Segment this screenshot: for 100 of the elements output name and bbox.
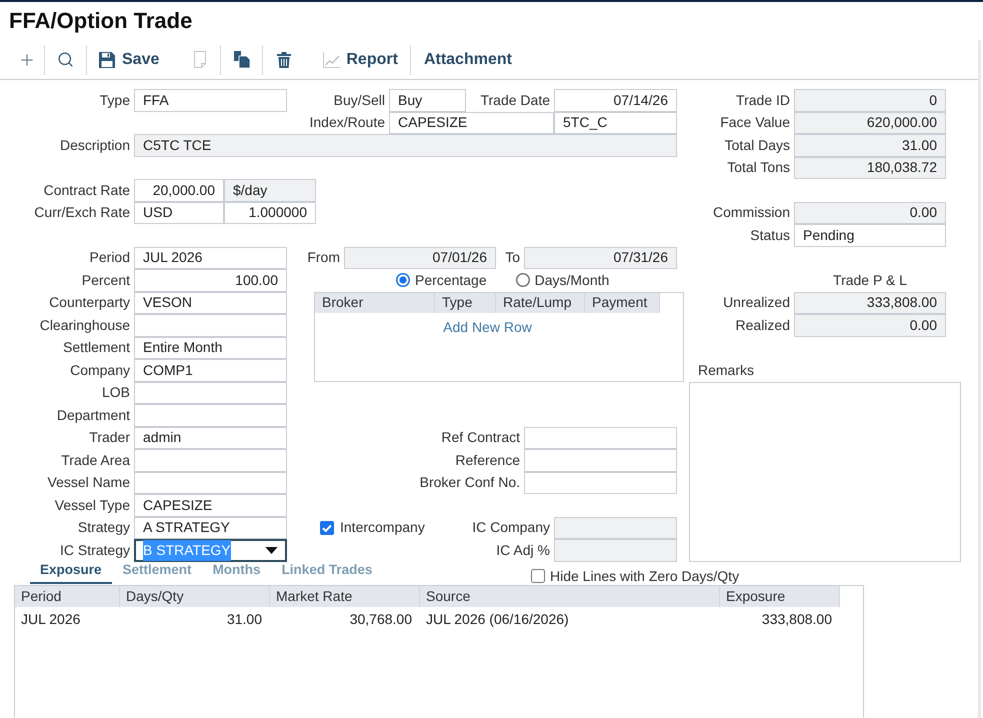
field-label: Status: [750, 226, 790, 245]
input-field[interactable]: [134, 404, 287, 426]
currency-field[interactable]: USD: [134, 202, 224, 224]
field-label: IC Company: [472, 518, 550, 538]
input-field[interactable]: 100.00: [134, 269, 287, 292]
field-label: Vessel Name: [48, 473, 130, 492]
input-field[interactable]: Pending: [794, 224, 946, 246]
radio-button[interactable]: [516, 273, 530, 288]
input-field[interactable]: admin: [134, 426, 287, 449]
field-label: Commission: [712, 203, 790, 222]
input-field[interactable]: CAPESIZE: [134, 494, 287, 516]
checkbox-label: Intercompany: [340, 518, 425, 538]
field-label: Settlement: [63, 338, 130, 358]
field-label: IC Adj %: [496, 540, 550, 560]
trade-date-field[interactable]: 07/14/26: [554, 89, 677, 112]
field-label: LOB: [102, 383, 130, 402]
input-field[interactable]: [554, 516, 677, 539]
table-cell-text: 30,768.00: [350, 610, 412, 629]
input-field[interactable]: 333,808.00: [794, 292, 946, 314]
field-label: Total Days: [724, 136, 790, 155]
column-header: Broker: [315, 292, 435, 312]
column-header: Source: [420, 586, 720, 606]
field-label: Contract Rate: [44, 180, 130, 200]
input-field[interactable]: 0.00: [794, 202, 946, 224]
column-header: Market Rate: [270, 586, 420, 606]
field-label: Clearinghouse: [40, 316, 130, 335]
contract-rate-field[interactable]: 20,000.00: [134, 179, 224, 202]
checkbox[interactable]: [320, 520, 334, 535]
add-row-link[interactable]: Add New Row: [443, 316, 532, 336]
table-cell-text: JUL 2026 (06/16/2026): [426, 610, 569, 629]
attachment-button[interactable]: Attachment: [410, 44, 520, 74]
documents-icon: [234, 51, 250, 68]
search-icon: [57, 51, 74, 68]
field-label: Reference: [455, 450, 520, 470]
input-field[interactable]: [524, 426, 677, 449]
input-field[interactable]: [134, 472, 287, 494]
description-field[interactable]: C5TC TCE: [134, 134, 677, 156]
period-field[interactable]: JUL 2026: [134, 246, 287, 269]
field-label: Index/Route: [310, 113, 385, 132]
column-header: Days/Qty: [120, 586, 270, 606]
field-label: Percent: [82, 270, 130, 290]
report-button[interactable]: Report: [304, 44, 410, 74]
radio-button[interactable]: [396, 273, 410, 288]
column-header: Type: [435, 292, 496, 312]
remarks-field[interactable]: [689, 382, 961, 562]
document-icon: [194, 51, 206, 68]
table-cell-text: 333,808.00: [762, 610, 832, 629]
section-title: Trade P & L: [833, 270, 907, 290]
buy-sell-field[interactable]: Buy: [389, 89, 466, 112]
checkbox[interactable]: [531, 568, 545, 582]
column-header: Payment: [585, 292, 660, 312]
input-field[interactable]: COMP1: [134, 359, 287, 382]
to-date-field[interactable]: 07/31/26: [524, 246, 677, 269]
field-label: Company: [70, 360, 130, 380]
input-field[interactable]: [134, 449, 287, 472]
field-label: Trade ID: [736, 90, 790, 110]
field-label: Description: [60, 136, 130, 155]
table-cell-text: 31.00: [226, 610, 262, 629]
input-field[interactable]: [524, 472, 677, 494]
input-field[interactable]: 620,000.00: [794, 112, 946, 134]
input-field[interactable]: 180,038.72: [794, 156, 946, 179]
field-label: Trader: [89, 428, 130, 448]
field-label: Period: [90, 248, 130, 268]
radio-label: Percentage: [415, 270, 487, 290]
tab[interactable]: Exposure: [30, 562, 112, 584]
field-label: Broker Conf No.: [420, 473, 520, 492]
input-field[interactable]: A STRATEGY: [134, 516, 287, 539]
field-label: IC Strategy: [60, 540, 130, 560]
input-field[interactable]: 0.00: [794, 314, 946, 336]
caret-icon: [265, 546, 278, 554]
field-label: From: [307, 248, 340, 268]
input-field[interactable]: 0: [794, 89, 946, 112]
save-button[interactable]: Save: [87, 44, 172, 74]
window-title: FFA/Option Trade: [9, 10, 192, 32]
route-field[interactable]: 5TC_C: [554, 112, 677, 134]
field-label: Curr/Exch Rate: [34, 203, 130, 222]
rate-unit-field[interactable]: $/day: [224, 179, 316, 202]
field-label: Realized: [736, 316, 790, 335]
field-label: Trade Date: [480, 90, 550, 110]
field-label: Department: [56, 406, 130, 425]
checkbox-label: Hide Lines with Zero Days/Qty: [550, 568, 740, 584]
input-field[interactable]: VESON: [134, 292, 287, 314]
table-cell-text: JUL 2026: [21, 610, 80, 629]
input-field[interactable]: [134, 382, 287, 404]
input-field[interactable]: [554, 539, 677, 562]
input-field[interactable]: [134, 314, 287, 336]
index-field[interactable]: CAPESIZE: [389, 112, 554, 134]
field-label: Ref Contract: [441, 428, 520, 448]
input-field[interactable]: 31.00: [794, 134, 946, 156]
column-header: Rate/Lump: [496, 292, 585, 312]
field-label: Counterparty: [49, 293, 130, 312]
input-field[interactable]: [524, 449, 677, 472]
from-date-field[interactable]: 07/01/26: [344, 246, 496, 269]
field-label: To: [505, 248, 520, 268]
column-header: Exposure: [720, 586, 840, 606]
input-field[interactable]: Entire Month: [134, 336, 287, 359]
field-label: Face Value: [720, 113, 790, 132]
remarks-label: Remarks: [698, 360, 754, 380]
type-field[interactable]: FFA: [134, 89, 287, 112]
exchange-rate-field[interactable]: 1.000000: [224, 202, 316, 224]
